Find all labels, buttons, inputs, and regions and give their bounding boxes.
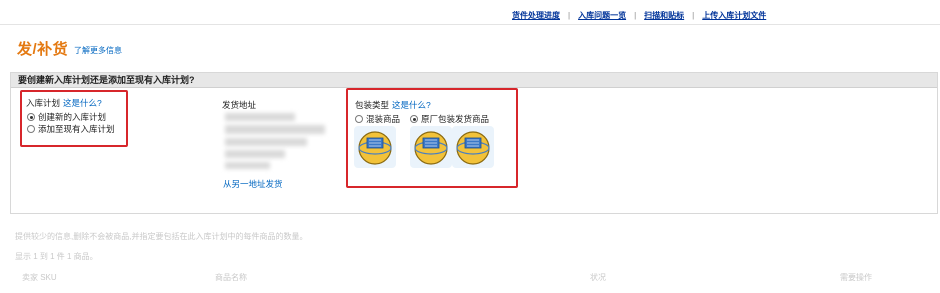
nav-separator: |: [568, 11, 571, 20]
redacted-address-line: [225, 162, 270, 169]
column-header-sku: 卖家 SKU: [22, 273, 57, 282]
nav-separator: |: [634, 11, 637, 20]
column-header-product-name: 商品名称: [215, 273, 247, 282]
nav-link-upload-plan[interactable]: 上传入库计划文件: [702, 11, 766, 20]
redacted-address-line: [225, 150, 285, 158]
ship-from-label: 发货地址: [222, 100, 257, 110]
page-title: 发/补货: [17, 41, 69, 58]
learn-more-link[interactable]: 了解更多信息: [74, 45, 122, 56]
items-count: 显示 1 到 1 件 1 商品。: [15, 252, 98, 261]
redacted-address-line: [225, 125, 325, 134]
highlight-box-plan: [20, 90, 128, 147]
nav-link-inbound-problems[interactable]: 入库问题一览: [578, 11, 626, 20]
ship-from-another-address-link[interactable]: 从另一地址发货: [223, 178, 283, 190]
nav-link-shipment-progress[interactable]: 货件处理进度: [512, 11, 560, 20]
nav-separator: |: [692, 11, 695, 20]
panel-heading: 要创建新入库计划还是添加至现有入库计划?: [11, 73, 937, 88]
redacted-address-line: [225, 113, 295, 121]
highlight-box-packing: [346, 88, 518, 188]
redacted-address-line: [225, 138, 307, 146]
column-header-action: 需要操作: [840, 273, 872, 282]
top-nav-links: 货件处理进度 | 入库问题一览 | 扫描和贴标 | 上传入库计划文件: [512, 10, 766, 21]
top-nav: 货件处理进度 | 入库问题一览 | 扫描和贴标 | 上传入库计划文件: [0, 0, 940, 25]
items-note: 提供较少的信息,删除不会被商品,并指定要包括在此入库计划中的每件商品的数量。: [15, 232, 308, 241]
nav-link-scan-label[interactable]: 扫描和贴标: [644, 11, 684, 20]
column-header-condition: 状况: [590, 273, 606, 282]
